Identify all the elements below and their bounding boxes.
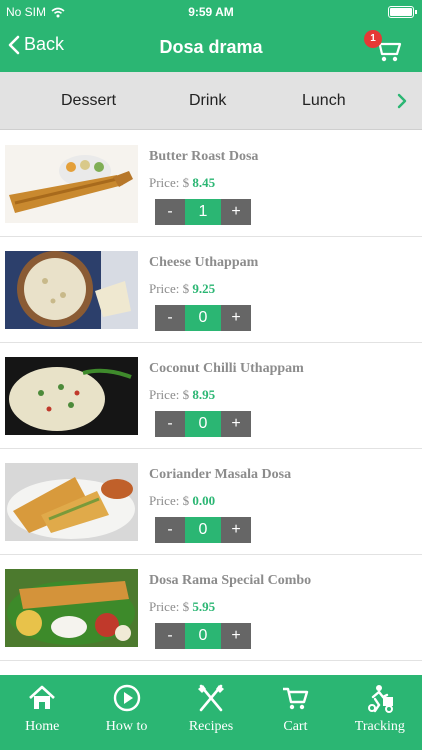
product-list: Butter Roast Dosa Price: $ 8.45 - 1 + Ch <box>0 131 422 661</box>
quantity-stepper: - 0 + <box>155 305 251 331</box>
price-prefix: Price: $ <box>149 281 190 296</box>
quantity-stepper: - 1 + <box>155 199 251 225</box>
category-dessert[interactable]: Dessert <box>61 92 116 110</box>
fork-knife-icon <box>198 684 225 712</box>
tab-how-to[interactable]: How to <box>84 675 168 750</box>
increase-button[interactable]: + <box>221 411 251 437</box>
status-time: 9:59 AM <box>188 5 234 19</box>
battery-icon <box>388 6 417 18</box>
price-prefix: Price: $ <box>149 599 190 614</box>
increase-button[interactable]: + <box>221 623 251 649</box>
status-bar: No SIM 9:59 AM <box>0 0 422 24</box>
product-price: Price: $ 9.25 <box>149 281 215 297</box>
quantity-stepper: - 0 + <box>155 517 251 543</box>
tab-home[interactable]: Home <box>0 675 84 750</box>
quantity-value: 1 <box>185 199 221 225</box>
product-row: Dosa Rama Special Combo Price: $ 5.95 - … <box>0 555 422 661</box>
quantity-stepper: - 0 + <box>155 411 251 437</box>
tab-label: Home <box>25 719 60 734</box>
category-drink[interactable]: Drink <box>189 92 226 110</box>
product-image-coconut-chilli-uthappam <box>5 357 138 435</box>
price-prefix: Price: $ <box>149 493 190 508</box>
product-row: Coconut Chilli Uthappam Price: $ 8.95 - … <box>0 343 422 449</box>
product-name: Coconut Chilli Uthappam <box>149 361 304 376</box>
product-image-coriander-masala-dosa <box>5 463 138 541</box>
quantity-value: 0 <box>185 623 221 649</box>
product-price: Price: $ 5.95 <box>149 599 215 615</box>
product-row: Cheese Uthappam Price: $ 9.25 - 0 + <box>0 237 422 343</box>
price-prefix: Price: $ <box>149 175 190 190</box>
product-name: Dosa Rama Special Combo <box>149 573 312 588</box>
product-image-butter-roast-dosa <box>5 145 138 223</box>
quantity-value: 0 <box>185 411 221 437</box>
tab-label: Cart <box>283 719 308 734</box>
category-bar: Dessert Drink Lunch <box>0 72 422 130</box>
decrease-button[interactable]: - <box>155 623 185 649</box>
increase-button[interactable]: + <box>221 199 251 225</box>
product-image-cheese-uthappam <box>5 251 138 329</box>
category-lunch[interactable]: Lunch <box>302 92 346 110</box>
decrease-button[interactable]: - <box>155 199 185 225</box>
delivery-icon <box>367 685 393 713</box>
cart-icon <box>283 687 309 710</box>
product-price: Price: $ 8.45 <box>149 175 215 191</box>
price-amount: 5.95 <box>192 599 216 614</box>
product-name: Coriander Masala Dosa <box>149 467 292 482</box>
product-image-dosa-rama-special-combo <box>5 569 138 647</box>
tab-cart[interactable]: Cart <box>253 675 337 750</box>
price-amount: 8.45 <box>192 175 216 190</box>
increase-button[interactable]: + <box>221 305 251 331</box>
decrease-button[interactable]: - <box>155 517 185 543</box>
price-amount: 8.95 <box>192 387 216 402</box>
tab-label: Tracking <box>354 719 405 734</box>
cart-button[interactable]: 1 <box>364 30 404 66</box>
decrease-button[interactable]: - <box>155 305 185 331</box>
tab-tracking[interactable]: Tracking <box>338 675 422 750</box>
product-name: Cheese Uthappam <box>149 255 259 270</box>
product-row: Butter Roast Dosa Price: $ 8.45 - 1 + <box>0 131 422 237</box>
price-amount: 0.00 <box>192 493 216 508</box>
decrease-button[interactable]: - <box>155 411 185 437</box>
product-price: Price: $ 8.95 <box>149 387 215 403</box>
tab-recipes[interactable]: Recipes <box>169 675 253 750</box>
quantity-value: 0 <box>185 305 221 331</box>
tab-label: Recipes <box>188 719 234 734</box>
price-prefix: Price: $ <box>149 387 190 402</box>
quantity-stepper: - 0 + <box>155 623 251 649</box>
increase-button[interactable]: + <box>221 517 251 543</box>
chevron-left-icon <box>8 35 20 54</box>
tab-bar: Home How to Recipes Cart Tracking <box>0 675 422 750</box>
cart-count-badge: 1 <box>364 30 382 48</box>
product-price: Price: $ 0.00 <box>149 493 215 509</box>
product-row: Coriander Masala Dosa Price: $ 0.00 - 0 … <box>0 449 422 555</box>
quantity-value: 0 <box>185 517 221 543</box>
navigation-bar: Back Dosa drama 1 <box>0 24 422 72</box>
play-icon <box>113 684 140 712</box>
chevron-right-icon[interactable] <box>394 91 410 111</box>
tab-label: How to <box>105 719 148 734</box>
price-amount: 9.25 <box>192 281 216 296</box>
home-icon <box>29 685 56 709</box>
back-button[interactable]: Back <box>8 34 64 55</box>
product-name: Butter Roast Dosa <box>149 149 259 164</box>
back-label: Back <box>24 34 65 54</box>
